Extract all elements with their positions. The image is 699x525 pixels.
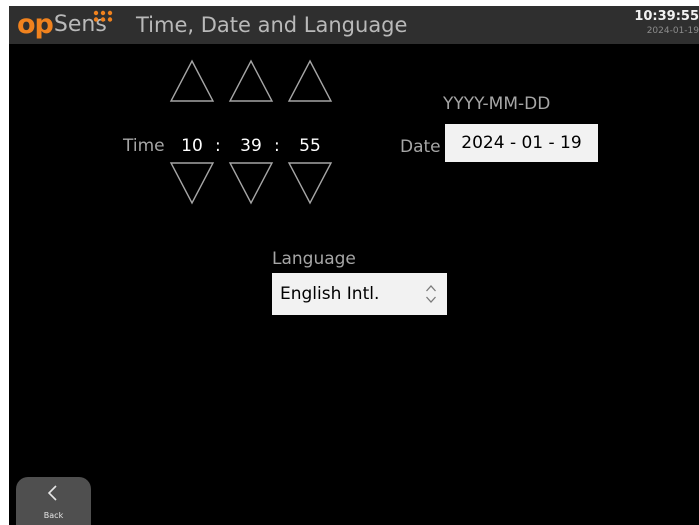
clock-date: 2024-01-19: [646, 26, 699, 36]
hours-up-button[interactable]: [169, 58, 215, 104]
seconds-down-button[interactable]: [287, 160, 333, 206]
header-bar: op Sens Time, Date and Language 10:39:55…: [9, 6, 699, 44]
device-screen: op Sens Time, Date and Language 10:39:55…: [9, 6, 699, 525]
triangle-down-icon: [287, 162, 333, 205]
seconds-up-button[interactable]: [287, 58, 333, 104]
triangle-down-icon: [169, 162, 215, 205]
language-select[interactable]: English Intl.: [272, 273, 447, 315]
back-label: Back: [43, 511, 64, 520]
header-clock: 10:39:55 2024-01-19: [609, 9, 699, 38]
logo-dots-icon: [93, 10, 113, 22]
date-field[interactable]: [445, 124, 598, 162]
triangle-up-icon: [228, 59, 274, 102]
language-label: Language: [272, 249, 356, 269]
minutes-up-button[interactable]: [228, 58, 274, 104]
clock-time: 10:39:55: [634, 9, 699, 24]
time-separator: :: [215, 136, 221, 156]
date-label: Date: [400, 137, 441, 157]
time-label: Time: [123, 136, 165, 156]
up-down-chevron-icon: [426, 285, 436, 303]
triangle-up-icon: [287, 59, 333, 102]
hours-value: 10: [181, 136, 203, 156]
triangle-down-icon: [228, 162, 274, 205]
triangle-up-icon: [169, 59, 215, 102]
hours-down-button[interactable]: [169, 160, 215, 206]
time-separator: :: [274, 136, 280, 156]
seconds-value: 55: [299, 136, 321, 156]
date-format-hint: YYYY-MM-DD: [443, 94, 551, 114]
language-selected-value: English Intl.: [280, 284, 380, 304]
chevron-left-icon: [47, 485, 57, 501]
minutes-down-button[interactable]: [228, 160, 274, 206]
minutes-value: 39: [240, 136, 262, 156]
back-button[interactable]: Back: [16, 477, 91, 525]
logo-op-text: op: [17, 9, 54, 40]
page-title: Time, Date and Language: [136, 13, 408, 37]
